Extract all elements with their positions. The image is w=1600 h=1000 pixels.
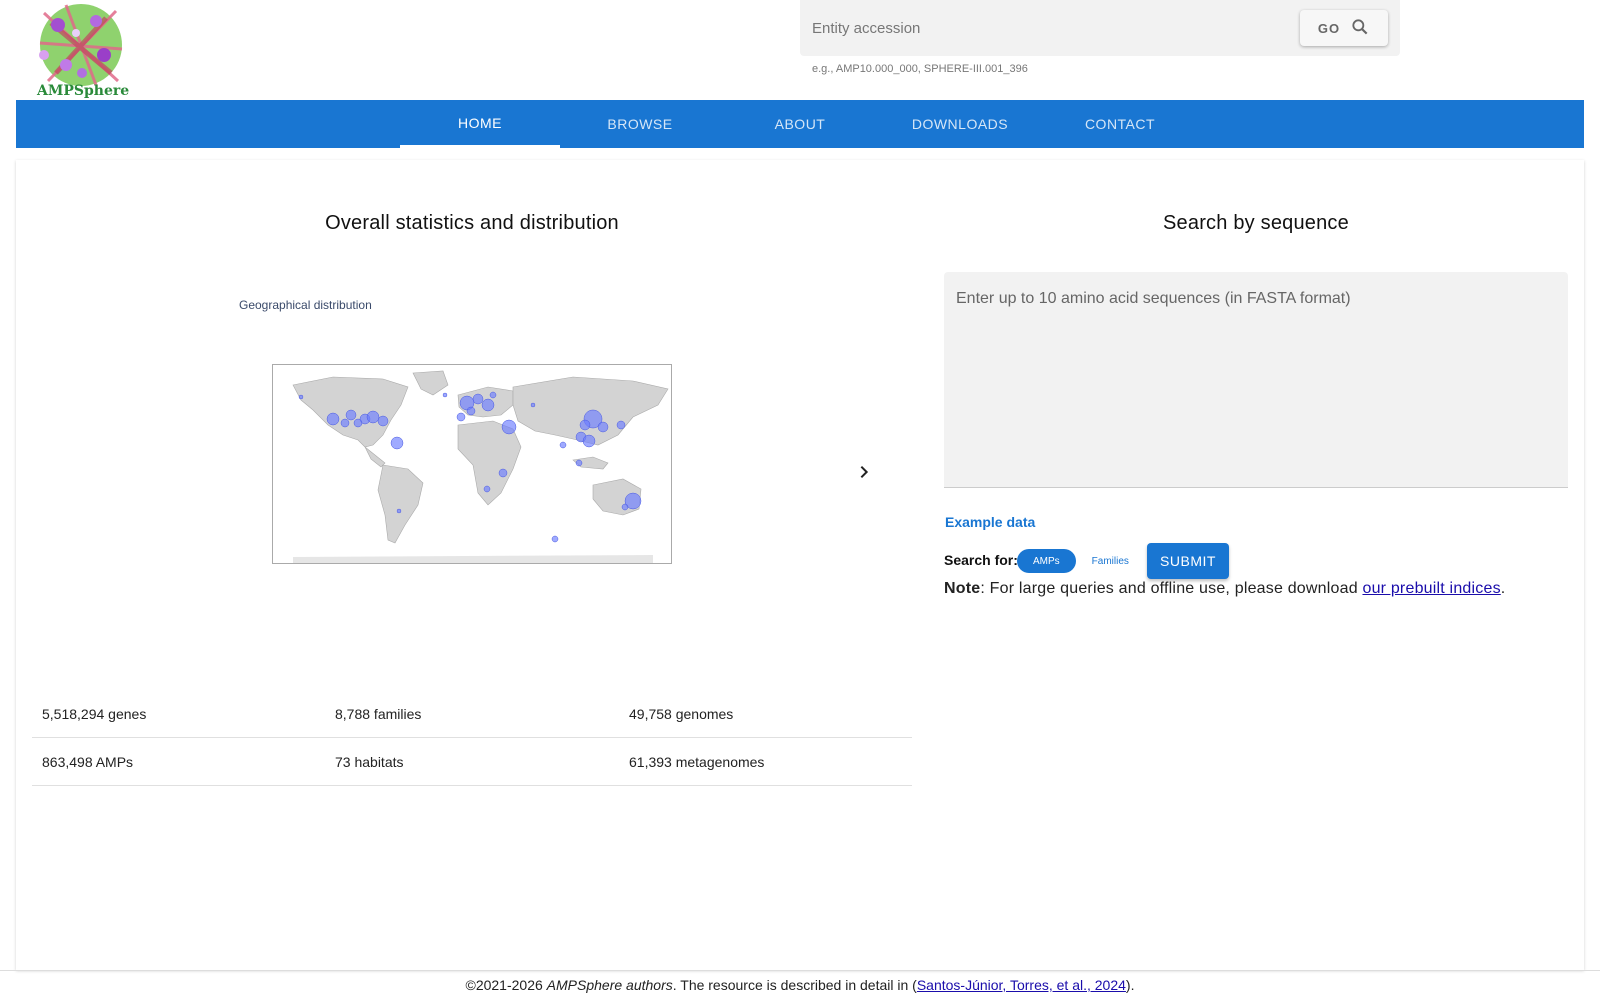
prebuilt-indices-link[interactable]: our prebuilt indices (1362, 580, 1500, 597)
sequence-search-title: Search by sequence (1163, 212, 1349, 234)
main-nav: HOME BROWSE ABOUT DOWNLOADS CONTACT (16, 100, 1584, 148)
header: AMPSphere GO e.g., AMP10.000_000, SPHERE… (0, 0, 1600, 100)
search-type-toggle: AMPs Families (1017, 549, 1145, 573)
example-data-link[interactable]: Example data (945, 514, 1035, 530)
logo[interactable]: AMPSphere (36, 3, 130, 99)
tab-about[interactable]: ABOUT (720, 100, 880, 148)
table-row: 5,518,294 genes 8,788 families 49,758 ge… (32, 690, 912, 738)
footer-description: . The resource is described in detail in… (672, 977, 917, 993)
download-note: Note: For large queries and offline use,… (944, 580, 1505, 598)
logo-graphic (39, 4, 123, 86)
stat-genes: 5,518,294 genes (42, 706, 147, 722)
tab-browse[interactable]: BROWSE (560, 100, 720, 148)
accession-search-input[interactable] (800, 0, 1280, 56)
search-for-label: Search for: (944, 552, 1018, 568)
stats-title: Overall statistics and distribution (325, 212, 619, 234)
accession-search-box: GO (800, 0, 1400, 56)
map-caption: Geographical distribution (239, 298, 372, 312)
submit-button[interactable]: SUBMIT (1147, 543, 1229, 579)
note-end: . (1500, 580, 1506, 597)
stat-genomes: 49,758 genomes (629, 706, 734, 722)
stat-habitats: 73 habitats (335, 754, 404, 770)
tab-downloads[interactable]: DOWNLOADS (880, 100, 1040, 148)
toggle-amps[interactable]: AMPs (1017, 549, 1076, 573)
search-icon (1350, 17, 1370, 40)
geographic-map[interactable] (272, 364, 672, 564)
main-card: Overall statistics and distribution Geog… (16, 160, 1584, 970)
stat-metagenomes: 61,393 metagenomes (629, 754, 765, 770)
go-button[interactable]: GO (1300, 10, 1388, 46)
stat-families: 8,788 families (335, 706, 422, 722)
toggle-families[interactable]: Families (1076, 549, 1145, 573)
stats-table: 5,518,294 genes 8,788 families 49,758 ge… (32, 690, 912, 786)
footer-copyright: ©2021-2026 (465, 977, 547, 993)
tab-contact[interactable]: CONTACT (1040, 100, 1200, 148)
footer-authors: AMPSphere authors (546, 977, 673, 993)
go-label: GO (1317, 20, 1341, 36)
note-text: : For large queries and offline use, ple… (980, 580, 1363, 597)
tab-home[interactable]: HOME (400, 100, 560, 148)
stat-amps: 863,498 AMPs (42, 754, 134, 770)
world-map (292, 370, 669, 563)
footer: ©2021-2026 AMPSphere authors. The resour… (0, 970, 1600, 1000)
chevron-right-icon[interactable] (852, 460, 876, 484)
note-label: Note (944, 580, 981, 597)
sequence-input[interactable] (944, 272, 1568, 488)
logo-text: AMPSphere (37, 83, 130, 99)
accession-hint: e.g., AMP10.000_000, SPHERE-III.001_396 (812, 63, 1028, 75)
footer-suffix: ). (1125, 977, 1135, 993)
table-row: 863,498 AMPs 73 habitats 61,393 metageno… (32, 738, 912, 786)
citation-link[interactable]: Santos-Júnior, Torres, et al., 2024 (917, 977, 1126, 993)
